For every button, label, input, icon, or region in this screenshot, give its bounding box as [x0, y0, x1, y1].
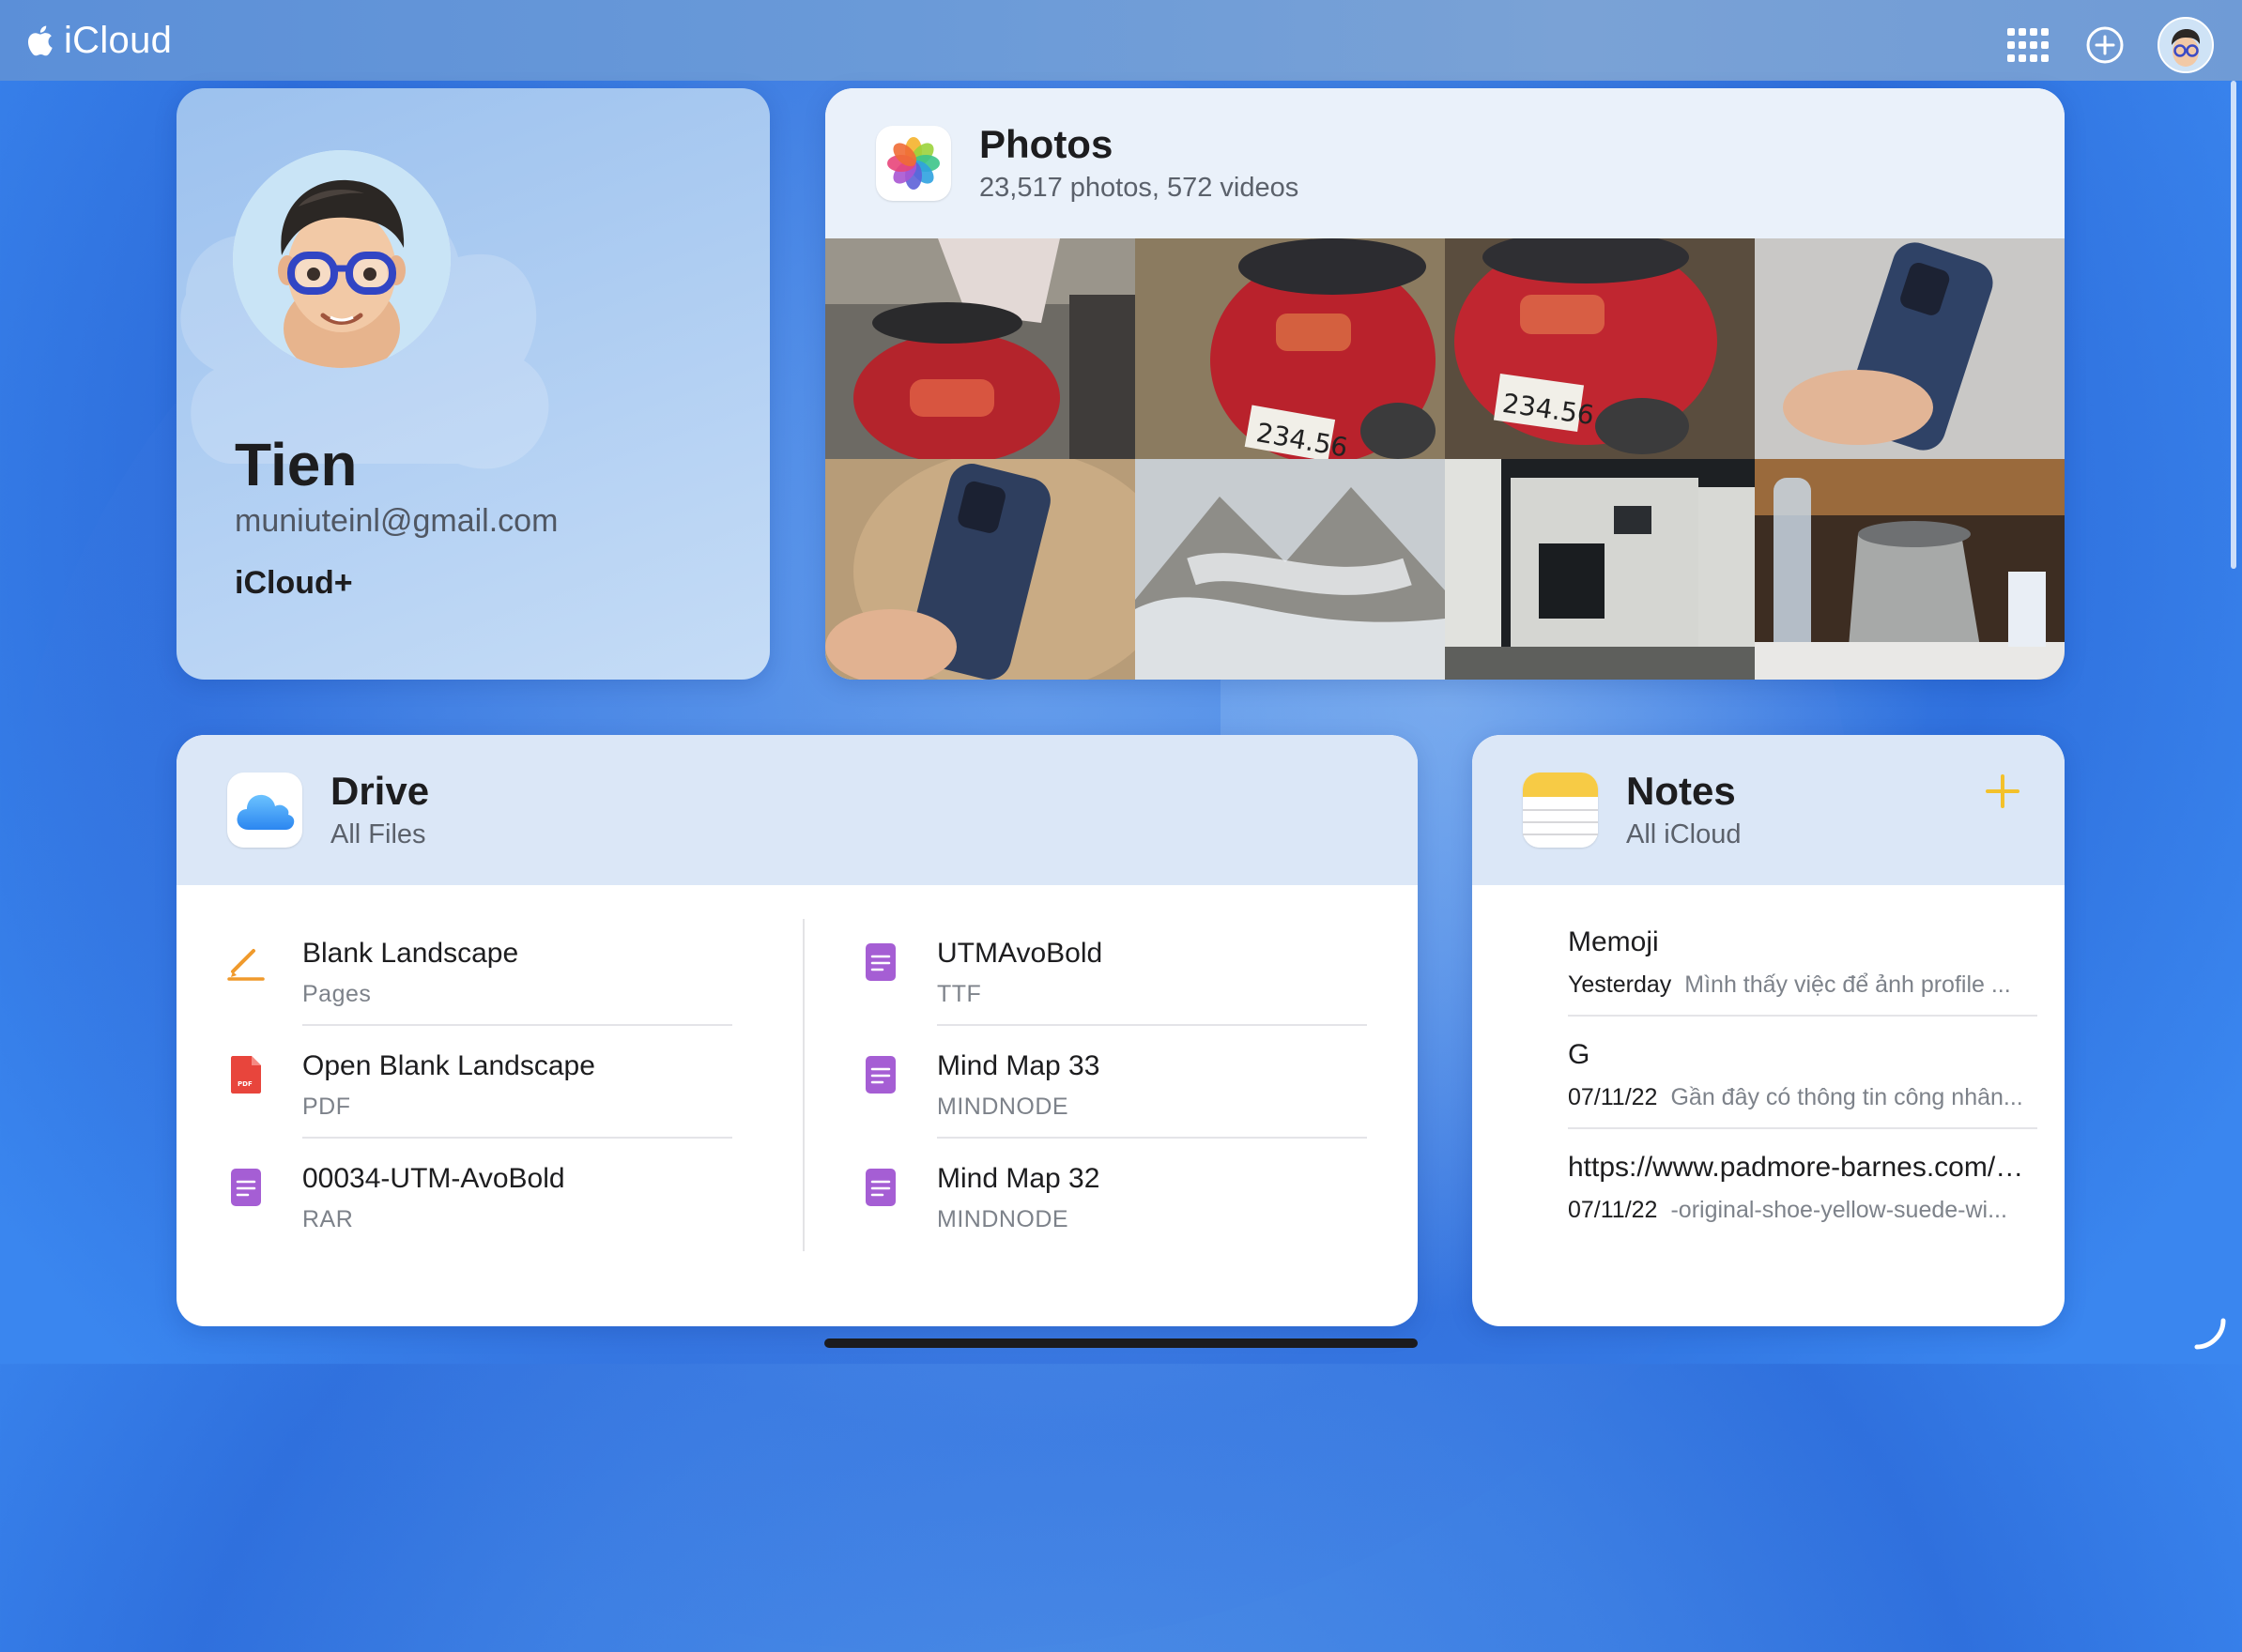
note-snippet: Mình thấy việc để ảnh profile ... [1684, 971, 2011, 998]
document-icon [860, 1167, 901, 1208]
phone-photo [825, 459, 1135, 680]
document-icon [860, 1054, 901, 1095]
photo-thumbnail[interactable]: 234.56 [1445, 238, 1755, 459]
svg-text:PDF: PDF [238, 1080, 253, 1088]
note-snippet: -original-shoe-yellow-suede-wi... [1670, 1197, 2007, 1223]
file-row[interactable]: Mind Map 33 MINDNODE [860, 1026, 1367, 1139]
mountain-photo [1135, 459, 1445, 680]
note-date: Yesterday [1568, 971, 1672, 998]
column-divider [803, 919, 805, 1251]
brand[interactable]: iCloud [26, 20, 172, 62]
note-date: 07/11/22 [1568, 1084, 1658, 1110]
note-date: 07/11/22 [1568, 1197, 1658, 1223]
profile-card[interactable]: Tien muniuteinl@gmail.com iCloud+ [177, 88, 770, 680]
note-title: Memoji [1568, 926, 1659, 957]
photos-title: Photos [979, 122, 1113, 167]
file-type: Pages [302, 981, 372, 1007]
photos-count: 23,517 photos, 572 videos [979, 172, 1299, 203]
file-row[interactable]: Mind Map 32 MINDNODE [860, 1139, 1367, 1251]
app-grid-icon [2007, 28, 2049, 62]
phone-photo [1755, 238, 2065, 459]
notes-subtitle: All iCloud [1626, 818, 1742, 849]
profile-email: muniuteinl@gmail.com [235, 503, 559, 539]
file-column-left: Blank Landscape Pages PDF Open Blank Lan… [225, 913, 732, 1251]
user-avatar-icon [2161, 23, 2210, 71]
photos-card[interactable]: Photos 23,517 photos, 572 videos 234.56 … [825, 88, 2065, 680]
apple-logo-icon [27, 25, 53, 56]
photos-flower-icon [887, 137, 940, 190]
scooter-photo: 234.56 [1445, 238, 1755, 459]
file-name: UTMAvoBold [937, 938, 1103, 969]
file-type: TTF [937, 981, 982, 1007]
photo-thumbnail[interactable] [825, 238, 1135, 459]
drive-file-list: Blank Landscape Pages PDF Open Blank Lan… [177, 885, 1418, 1326]
scooter-photo [825, 238, 1135, 459]
resize-handle-icon[interactable] [2191, 1315, 2229, 1353]
notes-header[interactable]: Notes All iCloud [1472, 735, 2065, 885]
drive-subtitle: All Files [330, 818, 426, 849]
note-item[interactable]: G 07/11/22 Gần đây có thông tin công nhân… [1568, 1017, 2037, 1129]
file-name: 00034-UTM-AvoBold [302, 1163, 565, 1194]
file-column-right: UTMAvoBold TTF Mind Map 33 MINDNODE Mind… [860, 913, 1367, 1251]
file-row[interactable]: PDF Open Blank Landscape PDF [225, 1026, 732, 1139]
photos-header[interactable]: Photos 23,517 photos, 572 videos [825, 88, 2065, 238]
notes-pad-icon [1523, 772, 1598, 848]
photo-thumbnail[interactable] [1135, 459, 1445, 680]
file-type: PDF [302, 1094, 351, 1120]
file-name: Open Blank Landscape [302, 1050, 595, 1081]
scooter-photo: 234.56 [1135, 238, 1445, 459]
note-title: G [1568, 1039, 1590, 1070]
plus-icon [1986, 774, 2019, 808]
file-row[interactable]: 00034-UTM-AvoBold RAR [225, 1139, 732, 1251]
kettle-photo [1755, 459, 2065, 680]
note-item[interactable]: Memoji Yesterday Mình thấy việc để ảnh pr… [1568, 904, 2037, 1017]
note-snippet: Gần đây có thông tin công nhân... [1670, 1084, 2023, 1110]
file-row[interactable]: UTMAvoBold TTF [860, 913, 1367, 1026]
top-bar: iCloud [0, 0, 2242, 81]
memoji-avatar-icon [233, 150, 451, 368]
home-indicator[interactable] [824, 1338, 1418, 1348]
file-type: MINDNODE [937, 1094, 1069, 1120]
drive-title: Drive [330, 769, 430, 814]
photo-thumbnail[interactable] [1755, 459, 2065, 680]
scrollbar[interactable] [2231, 81, 2236, 569]
notes-list: Memoji Yesterday Mình thấy việc để ảnh pr… [1472, 885, 2065, 1326]
new-note-button[interactable] [1980, 769, 2025, 814]
photo-thumbnail[interactable]: 234.56 [1135, 238, 1445, 459]
photo-thumbnail[interactable] [825, 459, 1135, 680]
note-item[interactable]: https://www.padmore-barnes.com/s... 07/1… [1568, 1129, 2028, 1242]
profile-name: Tien [235, 431, 358, 498]
pages-pencil-icon [225, 941, 267, 983]
note-title: https://www.padmore-barnes.com/s... [1568, 1152, 2028, 1183]
photo-grid: 234.56 234.56 [825, 238, 2065, 680]
profile-avatar[interactable] [233, 150, 451, 368]
house-photo [1445, 459, 1755, 680]
drive-card[interactable]: Drive All Files Blank Landscape Pages PD… [177, 735, 1418, 1326]
photo-thumbnail[interactable] [1755, 238, 2065, 459]
add-button[interactable] [2081, 21, 2129, 69]
file-type: MINDNODE [937, 1206, 1069, 1232]
app-grid-button[interactable] [2004, 21, 2052, 69]
account-avatar-button[interactable] [2158, 17, 2214, 73]
file-name: Blank Landscape [302, 938, 519, 969]
add-circle-icon [2086, 26, 2124, 64]
file-row[interactable]: Blank Landscape Pages [225, 913, 732, 1026]
pdf-file-icon: PDF [225, 1054, 267, 1095]
file-type: RAR [302, 1206, 354, 1232]
drive-app-icon [227, 772, 302, 848]
photos-app-icon [876, 126, 951, 201]
file-name: Mind Map 33 [937, 1050, 1100, 1081]
file-name: Mind Map 32 [937, 1163, 1100, 1194]
photo-thumbnail[interactable] [1445, 459, 1755, 680]
document-icon [225, 1167, 267, 1208]
icloud-drive-icon [237, 794, 295, 830]
notes-card[interactable]: Notes All iCloud Memoji Yesterday Mình th… [1472, 735, 2065, 1326]
drive-header[interactable]: Drive All Files [177, 735, 1418, 885]
document-icon [860, 941, 901, 983]
subscription-plan: iCloud+ [235, 565, 353, 601]
notes-app-icon [1523, 772, 1598, 848]
notes-title: Notes [1626, 769, 1736, 814]
brand-title: iCloud [64, 19, 173, 61]
